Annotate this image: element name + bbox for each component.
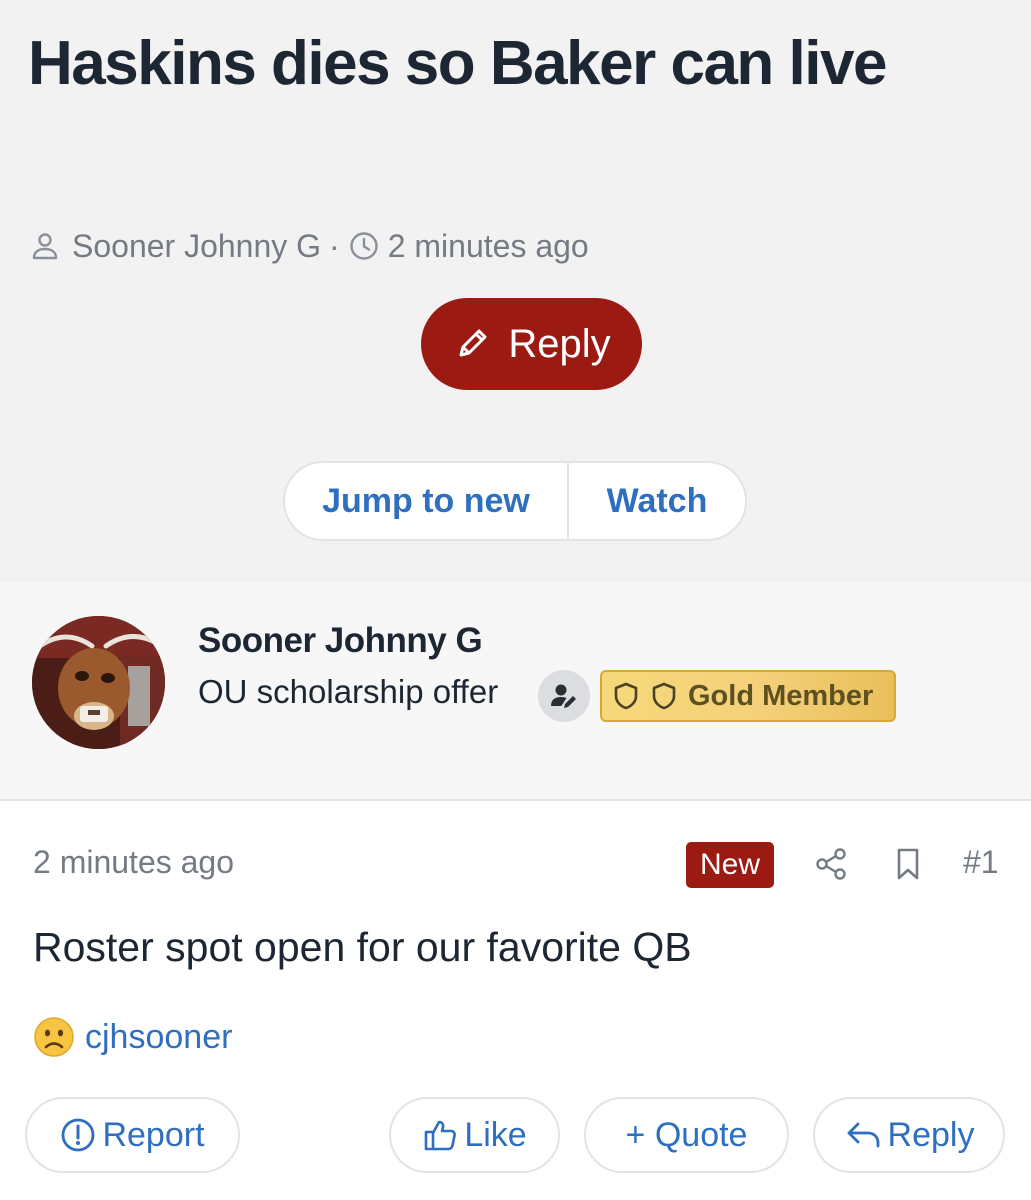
- reply-post-button[interactable]: Reply: [813, 1097, 1005, 1173]
- post-number-link[interactable]: #1: [963, 844, 999, 881]
- clock-icon: [350, 232, 378, 260]
- reply-arrow-icon: [847, 1122, 879, 1148]
- thread-actions: Jump to new Watch: [283, 461, 747, 541]
- pencil-icon: [459, 329, 487, 357]
- post-time[interactable]: 2 minutes ago: [33, 844, 234, 881]
- gold-member-badge: Gold Member: [600, 670, 896, 722]
- reply-button-label: Reply: [508, 321, 611, 366]
- like-label: Like: [464, 1115, 527, 1154]
- user-icon: [32, 233, 58, 260]
- shield-icon: [614, 682, 638, 710]
- badge-label: Gold Member: [688, 679, 874, 712]
- meta-separator: ·: [329, 227, 340, 264]
- thumbs-up-icon: [425, 1120, 457, 1151]
- new-badge: New: [686, 842, 774, 888]
- reply-button[interactable]: Reply: [421, 298, 642, 390]
- quote-label: + Quote: [625, 1115, 748, 1154]
- reaction-summary[interactable]: cjhsooner: [33, 1016, 232, 1058]
- thread-meta: Sooner Johnny G · 2 minutes ago: [30, 224, 589, 268]
- thread-time: 2 minutes ago: [387, 227, 589, 264]
- exclamation-circle-icon: [62, 1118, 95, 1152]
- jump-to-new-button[interactable]: Jump to new: [285, 463, 569, 539]
- avatar[interactable]: [32, 616, 165, 749]
- reply-post-label: Reply: [887, 1115, 975, 1154]
- watch-button[interactable]: Watch: [569, 463, 745, 539]
- report-button[interactable]: Report: [25, 1097, 240, 1173]
- thread-title: Haskins dies so Baker can live: [28, 29, 887, 98]
- reaction-user-link[interactable]: cjhsooner: [85, 1018, 232, 1057]
- like-button[interactable]: Like: [389, 1097, 560, 1173]
- quote-button[interactable]: + Quote: [584, 1097, 789, 1173]
- share-icon[interactable]: [814, 847, 848, 881]
- author-role: OU scholarship offer: [198, 673, 499, 710]
- author-card: Sooner Johnny G OU scholarship offer Gol…: [0, 583, 1031, 801]
- shield-icon: [652, 682, 676, 710]
- user-edit-icon: [538, 670, 590, 722]
- author-name[interactable]: Sooner Johnny G: [198, 621, 483, 661]
- bookmark-icon[interactable]: [893, 847, 923, 881]
- post-body: Roster spot open for our favorite QB: [33, 924, 692, 970]
- thread-author-link[interactable]: Sooner Johnny G: [72, 228, 321, 265]
- report-label: Report: [102, 1115, 205, 1154]
- frowning-face-icon: [34, 1017, 74, 1057]
- thread-header: Haskins dies so Baker can live Sooner Jo…: [0, 0, 1031, 583]
